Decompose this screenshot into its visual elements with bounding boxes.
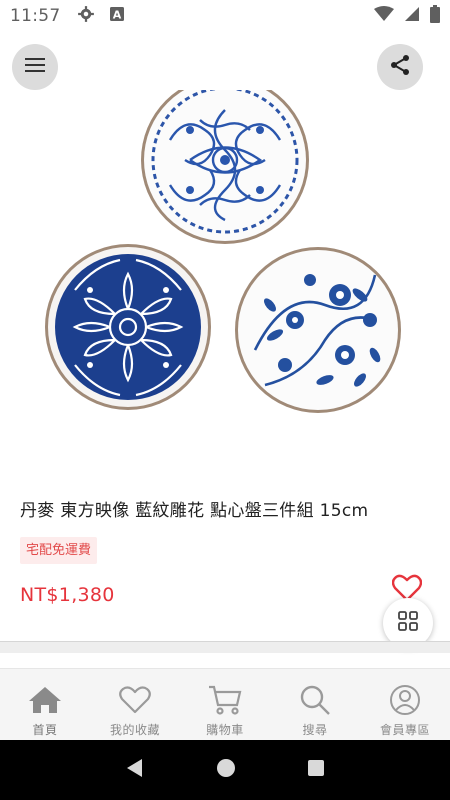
nav-item-home[interactable]: 首頁 bbox=[0, 669, 90, 740]
svg-text:A: A bbox=[112, 9, 121, 22]
recents-icon[interactable] bbox=[307, 759, 325, 781]
cart-icon bbox=[208, 685, 242, 715]
system-nav-bar bbox=[0, 740, 450, 800]
menu-button[interactable] bbox=[12, 44, 58, 90]
plate-right bbox=[235, 247, 401, 413]
user-icon bbox=[388, 685, 422, 715]
battery-icon bbox=[430, 5, 440, 27]
signal-icon bbox=[404, 6, 420, 26]
share-icon bbox=[389, 54, 411, 80]
nav-item-search[interactable]: 搜尋 bbox=[270, 669, 360, 740]
plate-left bbox=[45, 244, 211, 410]
home-circle-icon[interactable] bbox=[216, 758, 236, 782]
hamburger-icon bbox=[24, 56, 46, 78]
home-icon bbox=[28, 685, 62, 715]
nav-item-member[interactable]: 會員專區 bbox=[360, 669, 450, 740]
divider-line bbox=[0, 641, 450, 642]
a-box-icon: A bbox=[109, 6, 125, 26]
search-icon bbox=[298, 685, 332, 715]
nav-item-favorites[interactable]: 我的收藏 bbox=[90, 669, 180, 740]
nav-label-member: 會員專區 bbox=[379, 723, 430, 737]
product-price: NT$1,380 bbox=[20, 584, 115, 606]
nav-label-cart: 購物車 bbox=[206, 723, 244, 737]
bottom-nav: 首頁 我的收藏 購物車 搜尋 會員專區 bbox=[0, 668, 450, 740]
nav-label-home: 首頁 bbox=[32, 723, 58, 737]
status-time: 11:57 bbox=[10, 6, 61, 26]
back-icon[interactable] bbox=[125, 758, 145, 782]
plate-top bbox=[141, 76, 309, 244]
nav-item-cart[interactable]: 購物車 bbox=[180, 669, 270, 740]
nav-label-search: 搜尋 bbox=[302, 723, 328, 737]
status-bar: 11:57 A bbox=[0, 0, 450, 32]
nav-label-favorites: 我的收藏 bbox=[109, 723, 160, 737]
grid-icon bbox=[397, 610, 419, 636]
share-button[interactable] bbox=[377, 44, 423, 90]
shipping-badge: 宅配免運費 bbox=[20, 537, 98, 564]
section-divider bbox=[0, 641, 450, 653]
gear-icon bbox=[77, 5, 95, 27]
product-image[interactable] bbox=[40, 76, 420, 440]
product-title: 丹麥 東方映像 藍紋雕花 點心盤三件組 15cm bbox=[20, 501, 369, 521]
heart-icon bbox=[118, 685, 152, 715]
wifi-icon bbox=[374, 6, 394, 26]
